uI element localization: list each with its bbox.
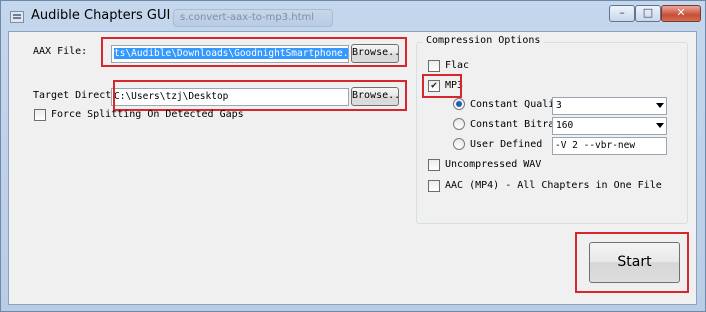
maximize-button[interactable]: □ <box>635 5 661 22</box>
flac-label: Flac <box>445 60 470 71</box>
close-button[interactable]: ✕ <box>661 5 701 22</box>
constant-bitrate-value: 160 <box>556 120 574 131</box>
user-defined-field[interactable]: -V 2 --vbr-new <box>552 137 667 155</box>
force-splitting-label: Force Splitting On Detected Gaps <box>51 109 244 120</box>
target-browse-button[interactable]: Browse.. <box>351 87 400 106</box>
aax-browse-button[interactable]: Browse.. <box>351 44 400 63</box>
uncompressed-wav-checkbox[interactable] <box>428 159 440 171</box>
constant-quality-select[interactable]: 3 <box>552 97 667 115</box>
checkmark-icon: ✔ <box>430 80 438 91</box>
user-defined-label: User Defined <box>470 139 543 150</box>
constant-quality-value: 3 <box>556 100 562 111</box>
radio-selected-dot <box>456 101 462 107</box>
uncompressed-wav-label: Uncompressed WAV <box>445 159 542 170</box>
start-button[interactable]: Start <box>589 242 680 283</box>
aac-label: AAC (MP4) - All Chapters in One File <box>445 180 662 191</box>
user-defined-radio[interactable] <box>453 138 465 150</box>
mp3-checkbox[interactable]: ✔ <box>428 80 440 92</box>
target-directory-label: Target Director <box>33 90 124 101</box>
compression-options-title: Compression Options <box>423 35 544 46</box>
window-title: Audible Chapters GUI <box>31 8 171 23</box>
title-bar[interactable]: Audible Chapters GUI s.convert-aax-to-mp… <box>1 1 705 31</box>
aax-file-label: AAX File: <box>33 46 88 57</box>
flac-checkbox[interactable] <box>428 60 440 72</box>
aac-checkbox[interactable] <box>428 180 440 192</box>
background-window-tab: s.convert-aax-to-mp3.html <box>173 9 333 27</box>
dropdown-arrow-icon <box>656 103 664 108</box>
application-window: Audible Chapters GUI s.convert-aax-to-mp… <box>0 0 706 312</box>
force-splitting-checkbox[interactable] <box>34 109 46 121</box>
form-client-area: AAX File: ts\Audible\Downloads\Goodnight… <box>8 31 697 305</box>
constant-quality-radio[interactable] <box>453 98 465 110</box>
target-directory-field[interactable]: C:\Users\tzj\Desktop <box>111 88 349 106</box>
aax-file-value: ts\Audible\Downloads\GoodnightSmartphone… <box>114 48 348 59</box>
minimize-button[interactable]: – <box>609 5 635 22</box>
app-icon <box>10 11 24 23</box>
mp3-label: MP3 <box>445 80 464 91</box>
constant-bitrate-radio[interactable] <box>453 118 465 130</box>
dropdown-arrow-icon <box>656 123 664 128</box>
constant-bitrate-select[interactable]: 160 <box>552 117 667 135</box>
aax-file-field[interactable]: ts\Audible\Downloads\GoodnightSmartphone… <box>111 45 349 63</box>
